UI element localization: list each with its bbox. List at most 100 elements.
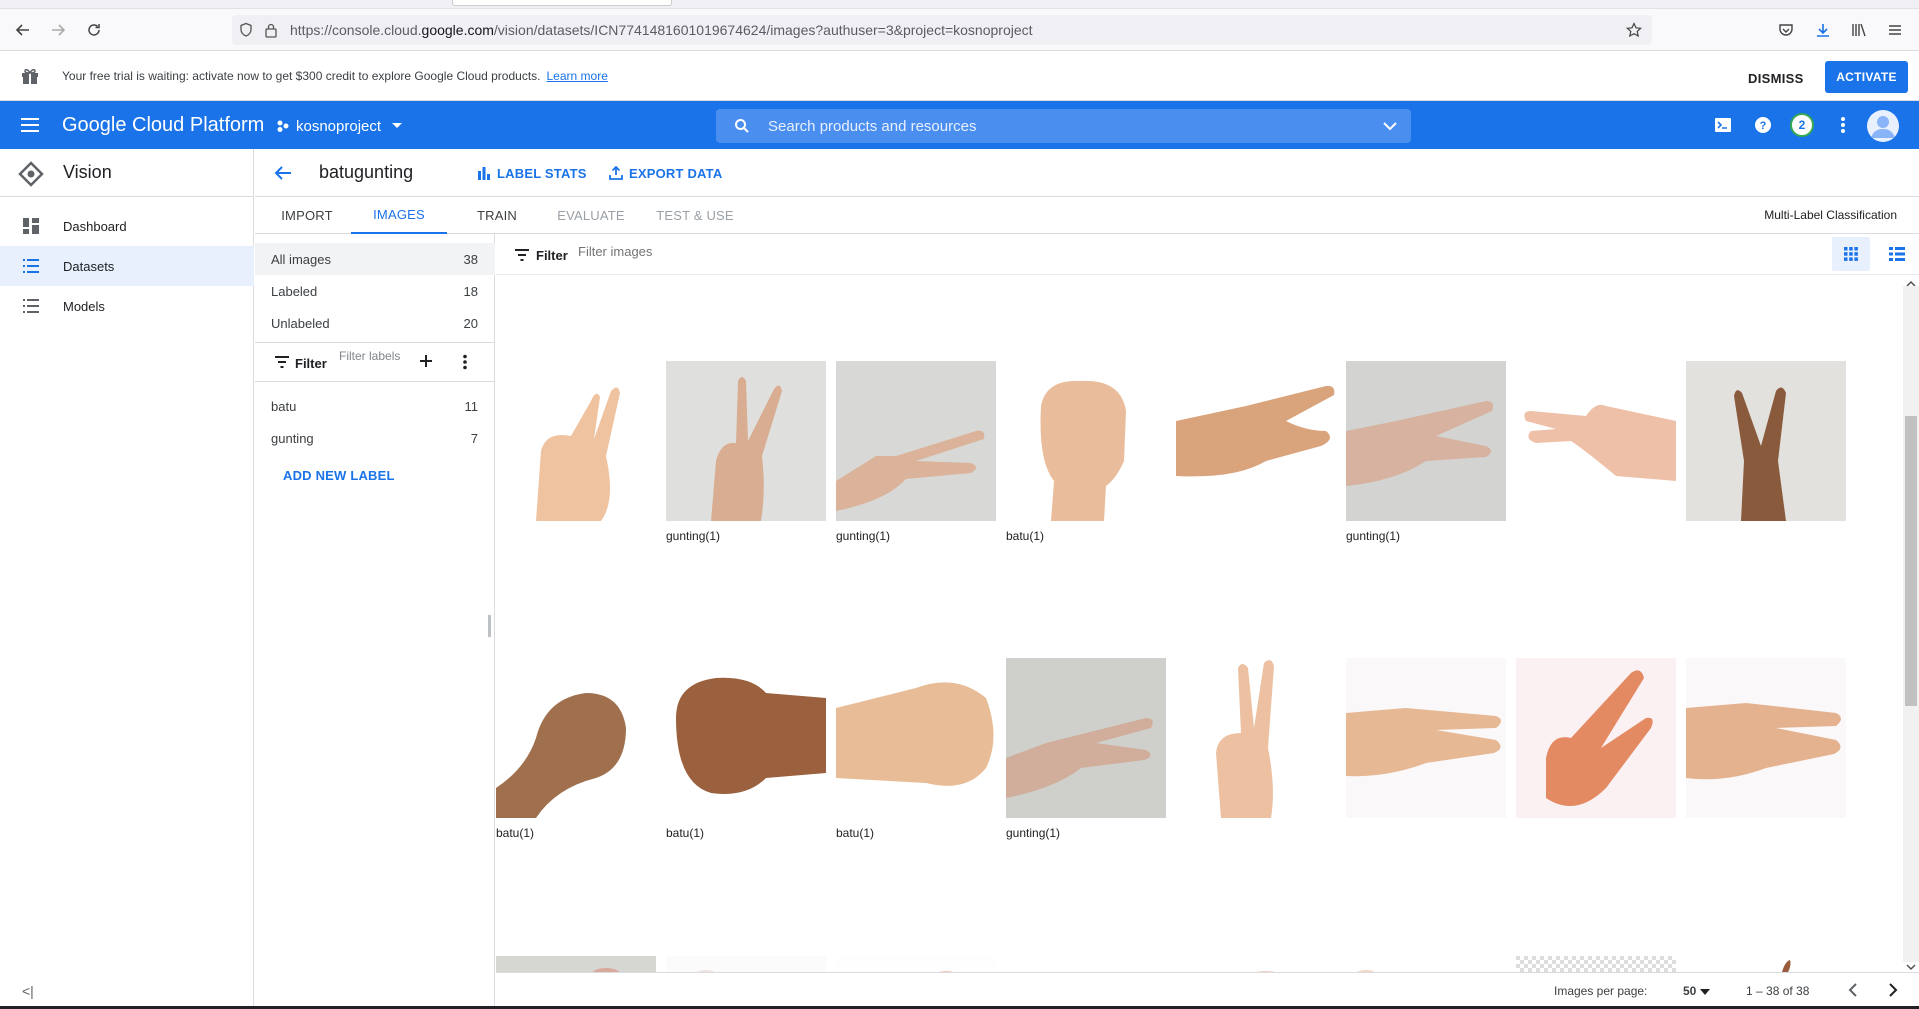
reload-icon[interactable] — [81, 17, 107, 43]
search-expand-icon[interactable] — [1383, 121, 1397, 131]
gcp-header: Google Cloud Platform kosnoproject ? 2 — [0, 101, 1919, 149]
image-thumbnail[interactable] — [1006, 658, 1166, 818]
image-filter-title: Filter — [536, 248, 568, 263]
images-per-page-select[interactable]: 50 — [1683, 984, 1710, 998]
help-icon[interactable]: ? — [1751, 113, 1775, 137]
learn-more-link[interactable]: Learn more — [547, 69, 608, 83]
back-icon[interactable] — [10, 17, 36, 43]
tab-train[interactable]: TRAIN — [451, 197, 543, 234]
filter-all-images[interactable]: All images 38 — [255, 243, 495, 275]
previous-page-icon[interactable] — [1845, 981, 1861, 1002]
sidebar-item-datasets[interactable]: Datasets — [0, 246, 254, 286]
sidebar-item-models[interactable]: Models — [0, 286, 254, 326]
image-thumbnail[interactable] — [1346, 658, 1506, 818]
project-selector[interactable]: kosnoproject — [276, 113, 403, 139]
image-thumbnail[interactable] — [666, 956, 826, 972]
main-menu-icon[interactable] — [18, 113, 44, 137]
cloud-shell-icon[interactable] — [1711, 113, 1735, 137]
search-input[interactable] — [768, 117, 1368, 135]
image-thumbnail[interactable] — [1686, 956, 1846, 972]
pocket-icon[interactable] — [1773, 17, 1799, 43]
tracking-shield-icon[interactable] — [238, 22, 254, 38]
image-thumbnail[interactable] — [1346, 956, 1506, 972]
list-view-icon[interactable] — [1880, 237, 1914, 271]
tab-test-use[interactable]: TEST & USE — [645, 197, 745, 234]
image-thumbnail[interactable] — [666, 658, 826, 818]
search-icon — [734, 118, 750, 134]
tab-import[interactable]: IMPORT — [265, 197, 349, 234]
image-thumbnail[interactable] — [1346, 361, 1506, 521]
image-thumbnail[interactable] — [836, 361, 996, 521]
tab-images[interactable]: IMAGES — [351, 197, 447, 234]
more-vert-icon[interactable] — [1831, 113, 1855, 137]
label-name: batu — [271, 399, 297, 414]
trial-message-text: Your free trial is waiting: activate now… — [62, 69, 541, 83]
image-thumbnail[interactable] — [836, 658, 996, 818]
panel-resize-handle[interactable] — [488, 615, 491, 637]
filter-labeled[interactable]: Labeled 18 — [255, 275, 495, 307]
download-icon[interactable] — [1810, 17, 1836, 43]
image-thumbnail[interactable] — [1176, 658, 1336, 818]
grid-scrollbar[interactable] — [1903, 276, 1919, 972]
forward-icon[interactable] — [45, 17, 71, 43]
page-range: 1 – 38 of 38 — [1746, 984, 1810, 998]
product-name: Vision — [63, 162, 112, 182]
image-grid: gunting(1) gunting(1) batu(1) gunting(1)… — [496, 276, 1903, 972]
scroll-down-icon[interactable] — [1903, 962, 1919, 972]
add-label-icon[interactable] — [418, 353, 434, 373]
image-thumbnail[interactable] — [496, 956, 656, 972]
image-thumbnail[interactable] — [1516, 361, 1676, 521]
export-data-button[interactable]: EXPORT DATA — [609, 163, 722, 183]
filter-unlabeled[interactable]: Unlabeled 20 — [255, 307, 495, 339]
browser-tab[interactable] — [452, 0, 672, 6]
gcp-brand[interactable]: Google Cloud Platform — [62, 114, 264, 137]
image-thumbnail[interactable] — [496, 361, 656, 521]
avatar[interactable] — [1867, 110, 1899, 142]
notifications-badge[interactable]: 2 — [1790, 113, 1814, 137]
bookmark-star-icon[interactable] — [1626, 22, 1642, 38]
activate-button[interactable]: ACTIVATE — [1825, 61, 1908, 93]
image-label: gunting(1) — [1346, 529, 1401, 543]
image-thumbnail[interactable] — [1176, 361, 1336, 521]
more-vert-icon[interactable] — [462, 354, 474, 372]
library-icon[interactable] — [1846, 17, 1872, 43]
image-thumbnail[interactable] — [1006, 361, 1166, 521]
label-filter-input[interactable]: Filter labels — [339, 349, 405, 363]
dismiss-button[interactable]: DISMISS — [1740, 64, 1812, 92]
models-list-icon — [22, 297, 40, 315]
label-filter-bar: Filter Filter labels — [255, 342, 495, 382]
image-thumbnail[interactable] — [836, 956, 996, 972]
search-bar[interactable] — [716, 109, 1411, 143]
label-item-gunting[interactable]: gunting 7 — [255, 422, 495, 454]
image-thumbnail[interactable] — [666, 361, 826, 521]
label-item-batu[interactable]: batu 11 — [255, 390, 495, 422]
image-thumbnail[interactable] — [496, 658, 656, 818]
label-count: 7 — [470, 431, 478, 446]
image-thumbnail[interactable] — [1686, 361, 1846, 521]
label-stats-button[interactable]: LABEL STATS — [477, 163, 587, 183]
image-filter-input[interactable] — [578, 244, 978, 259]
next-page-icon[interactable] — [1885, 981, 1901, 1002]
sidebar-item-label: Models — [63, 298, 105, 314]
add-new-label-button[interactable]: ADD NEW LABEL — [283, 468, 395, 483]
image-thumbnail[interactable] — [1686, 658, 1846, 818]
scrollbar-thumb[interactable] — [1905, 416, 1917, 706]
lock-icon[interactable] — [264, 22, 278, 38]
project-icon — [276, 119, 290, 133]
collapse-sidebar-icon[interactable]: <| — [22, 983, 34, 999]
datasets-list-icon — [22, 257, 40, 275]
back-arrow-icon[interactable] — [271, 161, 295, 185]
label-panel: All images 38 Labeled 18 Unlabeled 20 Filte… — [255, 234, 495, 1009]
grid-view-icon[interactable] — [1832, 237, 1870, 271]
dropdown-icon — [1699, 989, 1710, 995]
svg-text:?: ? — [1760, 120, 1767, 132]
url-path: /vision/datasets/ICN7741481601019674624/… — [493, 22, 1033, 38]
menu-icon[interactable] — [1882, 17, 1908, 43]
tab-evaluate[interactable]: EVALUATE — [541, 197, 641, 234]
sidebar-item-dashboard[interactable]: Dashboard — [0, 206, 254, 246]
address-bar[interactable]: https://console.cloud.google.com/vision/… — [232, 15, 1652, 45]
image-thumbnail[interactable] — [1516, 658, 1676, 818]
url-prefix: https://console.cloud. — [290, 22, 422, 38]
image-thumbnail[interactable] — [1516, 956, 1676, 972]
image-thumbnail[interactable] — [1176, 956, 1336, 972]
